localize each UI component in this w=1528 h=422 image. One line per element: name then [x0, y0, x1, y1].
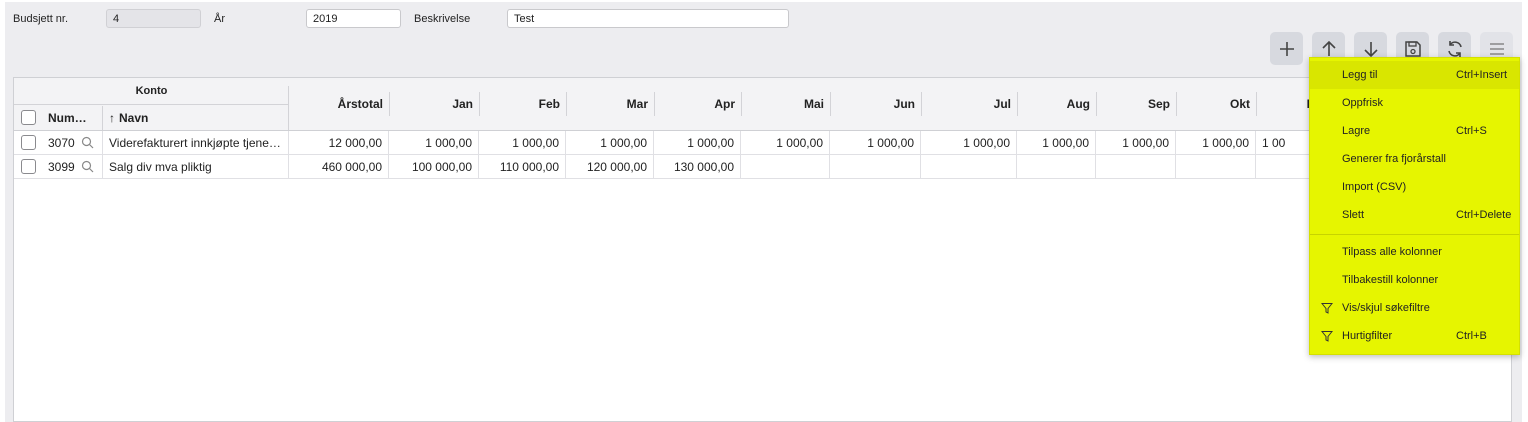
search-icon[interactable]	[81, 136, 94, 149]
month-column-header[interactable]: Årstotal	[289, 92, 389, 116]
hamburger-icon	[1489, 42, 1504, 55]
row-checkbox[interactable]	[21, 159, 36, 174]
month-column-header[interactable]: Jun	[830, 92, 921, 116]
month-value-cell[interactable]: 1 000,00	[479, 131, 566, 154]
select-all-checkbox[interactable]	[21, 110, 36, 125]
menu-divider	[1310, 234, 1519, 235]
month-value-cell[interactable]: 12 000,00	[289, 131, 389, 154]
month-value-cell[interactable]: 1 000,00	[389, 131, 479, 154]
month-column-header[interactable]: Mai	[741, 92, 830, 116]
menu-item-refresh[interactable]: Oppfrisk	[1310, 89, 1519, 117]
filter-icon	[1321, 303, 1333, 314]
name-column-header[interactable]: ↑ Navn	[102, 106, 287, 130]
month-value-cell[interactable]	[741, 155, 830, 178]
month-value-cell[interactable]	[830, 155, 921, 178]
context-menu: Legg til Ctrl+Insert Oppfrisk Lagre Ctrl…	[1309, 57, 1520, 355]
month-column-header[interactable]: Feb	[479, 92, 566, 116]
row-checkbox[interactable]	[21, 135, 36, 150]
year-field[interactable]	[306, 9, 401, 28]
plus-icon	[1279, 41, 1294, 56]
menu-item-add[interactable]: Legg til Ctrl+Insert	[1310, 61, 1519, 89]
add-button[interactable]	[1270, 32, 1303, 65]
month-value-cell[interactable]: 100 000,00	[389, 155, 479, 178]
month-value-cell[interactable]: 1 000,00	[654, 131, 741, 154]
month-column-header[interactable]: Apr	[654, 92, 741, 116]
month-column-header[interactable]: Mar	[566, 92, 654, 116]
month-value-cell[interactable]: 120 000,00	[566, 155, 654, 178]
month-column-header[interactable]: Okt	[1176, 92, 1256, 116]
konto-group-header: Konto	[14, 78, 289, 105]
sort-ascending-icon: ↑	[109, 111, 115, 125]
menu-item-quick-filter[interactable]: Hurtigfilter Ctrl+B	[1310, 322, 1519, 350]
filter-icon	[1321, 331, 1333, 342]
month-column-header[interactable]: Jan	[389, 92, 479, 116]
menu-item-delete[interactable]: Slett Ctrl+Delete	[1310, 201, 1519, 229]
month-column-header[interactable]: Aug	[1017, 92, 1096, 116]
month-column-header[interactable]: Sep	[1096, 92, 1176, 116]
save-icon	[1404, 40, 1421, 57]
search-icon[interactable]	[81, 160, 94, 173]
month-value-cell[interactable]	[1256, 155, 1316, 178]
month-value-cell[interactable]: 1 000,00	[1176, 131, 1256, 154]
month-value-cell[interactable]: 1 000,00	[830, 131, 921, 154]
arrow-up-icon	[1321, 40, 1336, 56]
menu-item-save[interactable]: Lagre Ctrl+S	[1310, 117, 1519, 145]
month-value-cell[interactable]: 1 000,00	[921, 131, 1017, 154]
table-row[interactable]: 3070 Viderefakturert innkjøpte tjene… 12 0…	[14, 131, 1511, 155]
arrow-down-icon	[1363, 41, 1378, 57]
menu-item-generate-last-year[interactable]: Generer fra fjorårstall	[1310, 145, 1519, 173]
month-value-cell[interactable]: 110 000,00	[479, 155, 566, 178]
month-value-cell[interactable]	[1096, 155, 1176, 178]
number-column-header[interactable]: Num…	[48, 106, 87, 130]
description-field[interactable]	[507, 9, 789, 28]
account-number[interactable]: 3070	[48, 131, 75, 154]
budget-no-field[interactable]	[106, 9, 201, 28]
month-value-cell[interactable]	[1017, 155, 1096, 178]
menu-item-import-csv[interactable]: Import (CSV)	[1310, 173, 1519, 201]
name-column-label: Navn	[119, 111, 149, 125]
table-row[interactable]: 3099 Salg div mva pliktig 460 000,00 100 00…	[14, 155, 1511, 179]
month-value-cell[interactable]: 1 000,00	[741, 131, 830, 154]
menu-item-toggle-search-filters[interactable]: Vis/skjul søkefiltre	[1310, 294, 1519, 322]
month-value-cell[interactable]: 1 000,00	[1096, 131, 1176, 154]
budget-no-label: Budsjett nr.	[13, 13, 69, 25]
year-label: År	[214, 13, 225, 25]
description-label: Beskrivelse	[414, 13, 471, 25]
month-column-header[interactable]: I	[1256, 92, 1316, 116]
refresh-icon	[1447, 40, 1462, 57]
month-value-cell[interactable]: 130 000,00	[654, 155, 741, 178]
budget-grid: Konto Num… ↑ Navn Årstotal Jan Feb Mar Apr Ma…	[13, 77, 1512, 422]
menu-item-reset-columns[interactable]: Tilbakestill kolonner	[1310, 266, 1519, 294]
month-value-cell[interactable]	[921, 155, 1017, 178]
account-name[interactable]: Viderefakturert innkjøpte tjene…	[103, 131, 289, 154]
month-value-cell[interactable]: 1 000,00	[1017, 131, 1096, 154]
account-name[interactable]: Salg div mva pliktig	[103, 155, 289, 178]
month-value-cell[interactable]: 1 000,00	[566, 131, 654, 154]
month-value-cell[interactable]: 1 00	[1256, 131, 1316, 154]
menu-item-fit-columns[interactable]: Tilpass alle kolonner	[1310, 238, 1519, 266]
month-column-header[interactable]: Jul	[921, 92, 1017, 116]
account-number[interactable]: 3099	[48, 155, 75, 178]
month-value-cell[interactable]	[1176, 155, 1256, 178]
month-value-cell[interactable]: 460 000,00	[289, 155, 389, 178]
